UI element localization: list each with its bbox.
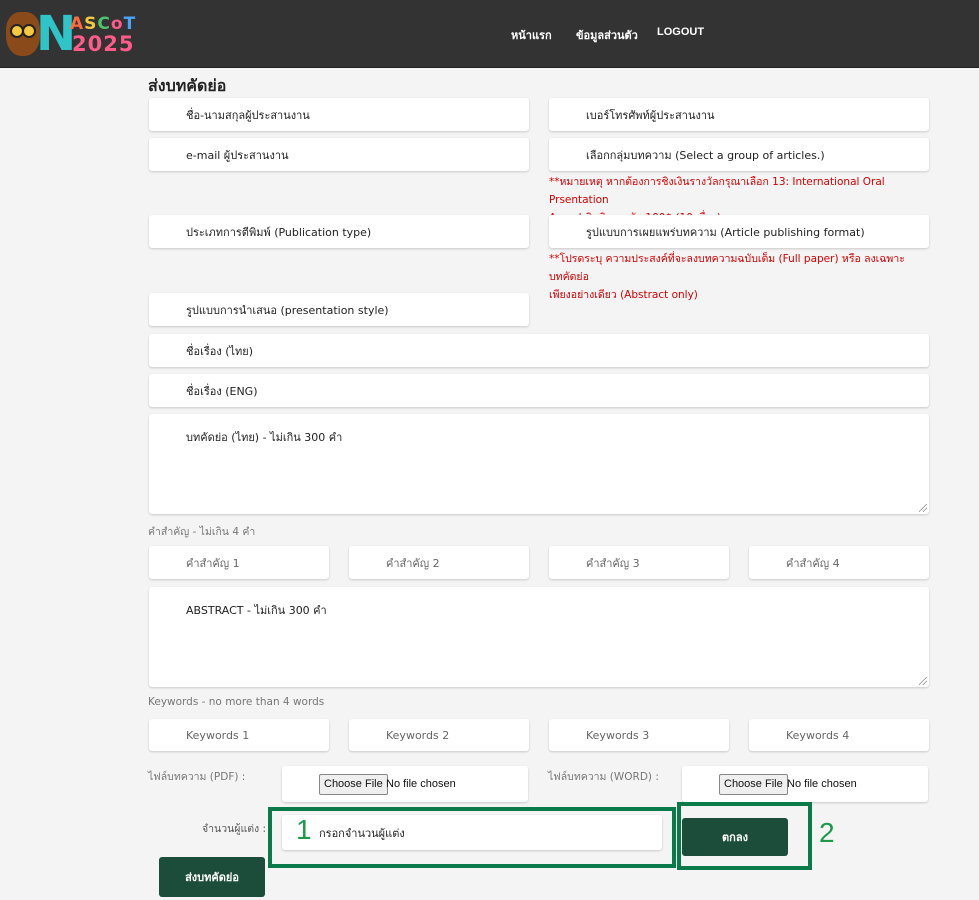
annotation-number-2: 2 (819, 817, 835, 848)
logo-ascot: ASCoT (70, 14, 137, 34)
keyword-thai-2-input[interactable]: คำสำคัญ 2 (349, 546, 529, 579)
abstract-thai-placeholder: บทคัดย่อ (ไทย) - ไม่เกิน 300 คำ (186, 431, 343, 444)
abstract-english-placeholder: ABSTRACT - ไม่เกิน 300 คำ (186, 604, 327, 617)
keyword-thai-1-input[interactable]: คำสำคัญ 1 (149, 546, 329, 579)
word-file-status: No file chosen (787, 778, 857, 790)
logo-year: 2025 (72, 32, 135, 56)
article-group-select[interactable]: เลือกกลุ่มบทความ (Select a group of arti… (549, 138, 929, 171)
coordinator-name-input[interactable]: ชื่อ-นามสกุลผู้ประสานงาน (149, 98, 529, 131)
abstract-english-textarea[interactable]: ABSTRACT - ไม่เกิน 300 คำ (149, 587, 929, 687)
keyword-english-4-input[interactable]: Keywords 4 (749, 719, 929, 751)
highlight-box-2 (677, 802, 812, 870)
page-title: ส่งบทคัดย่อ (148, 76, 227, 95)
nav-logout[interactable]: LOGOUT (657, 26, 704, 38)
submit-abstract-button[interactable]: ส่งบทคัดย่อ (159, 857, 265, 897)
title-thai-input[interactable]: ชื่อเรื่อง (ไทย) (149, 334, 929, 367)
logo-n: N (36, 6, 77, 62)
keyword-english-3-input[interactable]: Keywords 3 (549, 719, 729, 751)
pdf-file-input[interactable]: Choose File No file chosen (282, 766, 528, 802)
keyword-thai-3-input[interactable]: คำสำคัญ 3 (549, 546, 729, 579)
nav-profile[interactable]: ข้อมูลส่วนตัว (576, 26, 638, 44)
publication-type-select[interactable]: ประเภทการตีพิมพ์ (Publication type) (149, 215, 529, 248)
keywords-thai-label: คำสำคัญ - ไม่เกิน 4 คำ (148, 526, 256, 538)
nav-home[interactable]: หน้าแรก (511, 26, 552, 44)
top-navbar: N ASCoT 2025 หน้าแรก ข้อมูลส่วนตัว LOGOU… (0, 0, 979, 68)
authors-count-label: จำนวนผู้แต่ง : (202, 823, 267, 835)
pdf-choose-file-button[interactable]: Choose File (319, 774, 388, 795)
keyword-thai-4-input[interactable]: คำสำคัญ 4 (749, 546, 929, 579)
coordinator-phone-input[interactable]: เบอร์โทรศัพท์ผู้ประสานงาน (549, 98, 929, 131)
annotation-number-1: 1 (296, 814, 312, 845)
abstract-thai-textarea[interactable]: บทคัดย่อ (ไทย) - ไม่เกิน 300 คำ (149, 414, 929, 514)
coordinator-email-input[interactable]: e-mail ผู้ประสานงาน (149, 138, 529, 171)
presentation-style-select[interactable]: รูปแบบการนำเสนอ (presentation style) (149, 293, 529, 326)
title-english-input[interactable]: ชื่อเรื่อง (ENG) (149, 374, 929, 407)
pdf-file-status: No file chosen (386, 778, 456, 790)
word-file-label: ไฟล์บทความ (WORD) : (548, 771, 659, 783)
owl-mascot-icon (6, 12, 40, 56)
resize-grip-icon[interactable] (919, 504, 927, 512)
keywords-english-label: Keywords - no more than 4 words (148, 696, 325, 708)
keyword-english-2-input[interactable]: Keywords 2 (349, 719, 529, 751)
resize-grip-icon[interactable] (919, 677, 927, 685)
publishing-format-select[interactable]: รูปแบบการเผยแพร่บทความ (Article publishi… (549, 215, 929, 248)
pdf-file-label: ไฟล์บทความ (PDF) : (148, 771, 246, 783)
word-file-input[interactable]: Choose File No file chosen (682, 766, 928, 802)
nascot-logo[interactable]: N ASCoT 2025 (6, 6, 141, 62)
highlight-box-1 (268, 807, 676, 868)
word-choose-file-button[interactable]: Choose File (719, 774, 788, 795)
publishing-format-note: **โปรดระบุ ความประสงค์ที่จะลงบทความฉบับเ… (549, 253, 905, 301)
keyword-english-1-input[interactable]: Keywords 1 (149, 719, 329, 751)
